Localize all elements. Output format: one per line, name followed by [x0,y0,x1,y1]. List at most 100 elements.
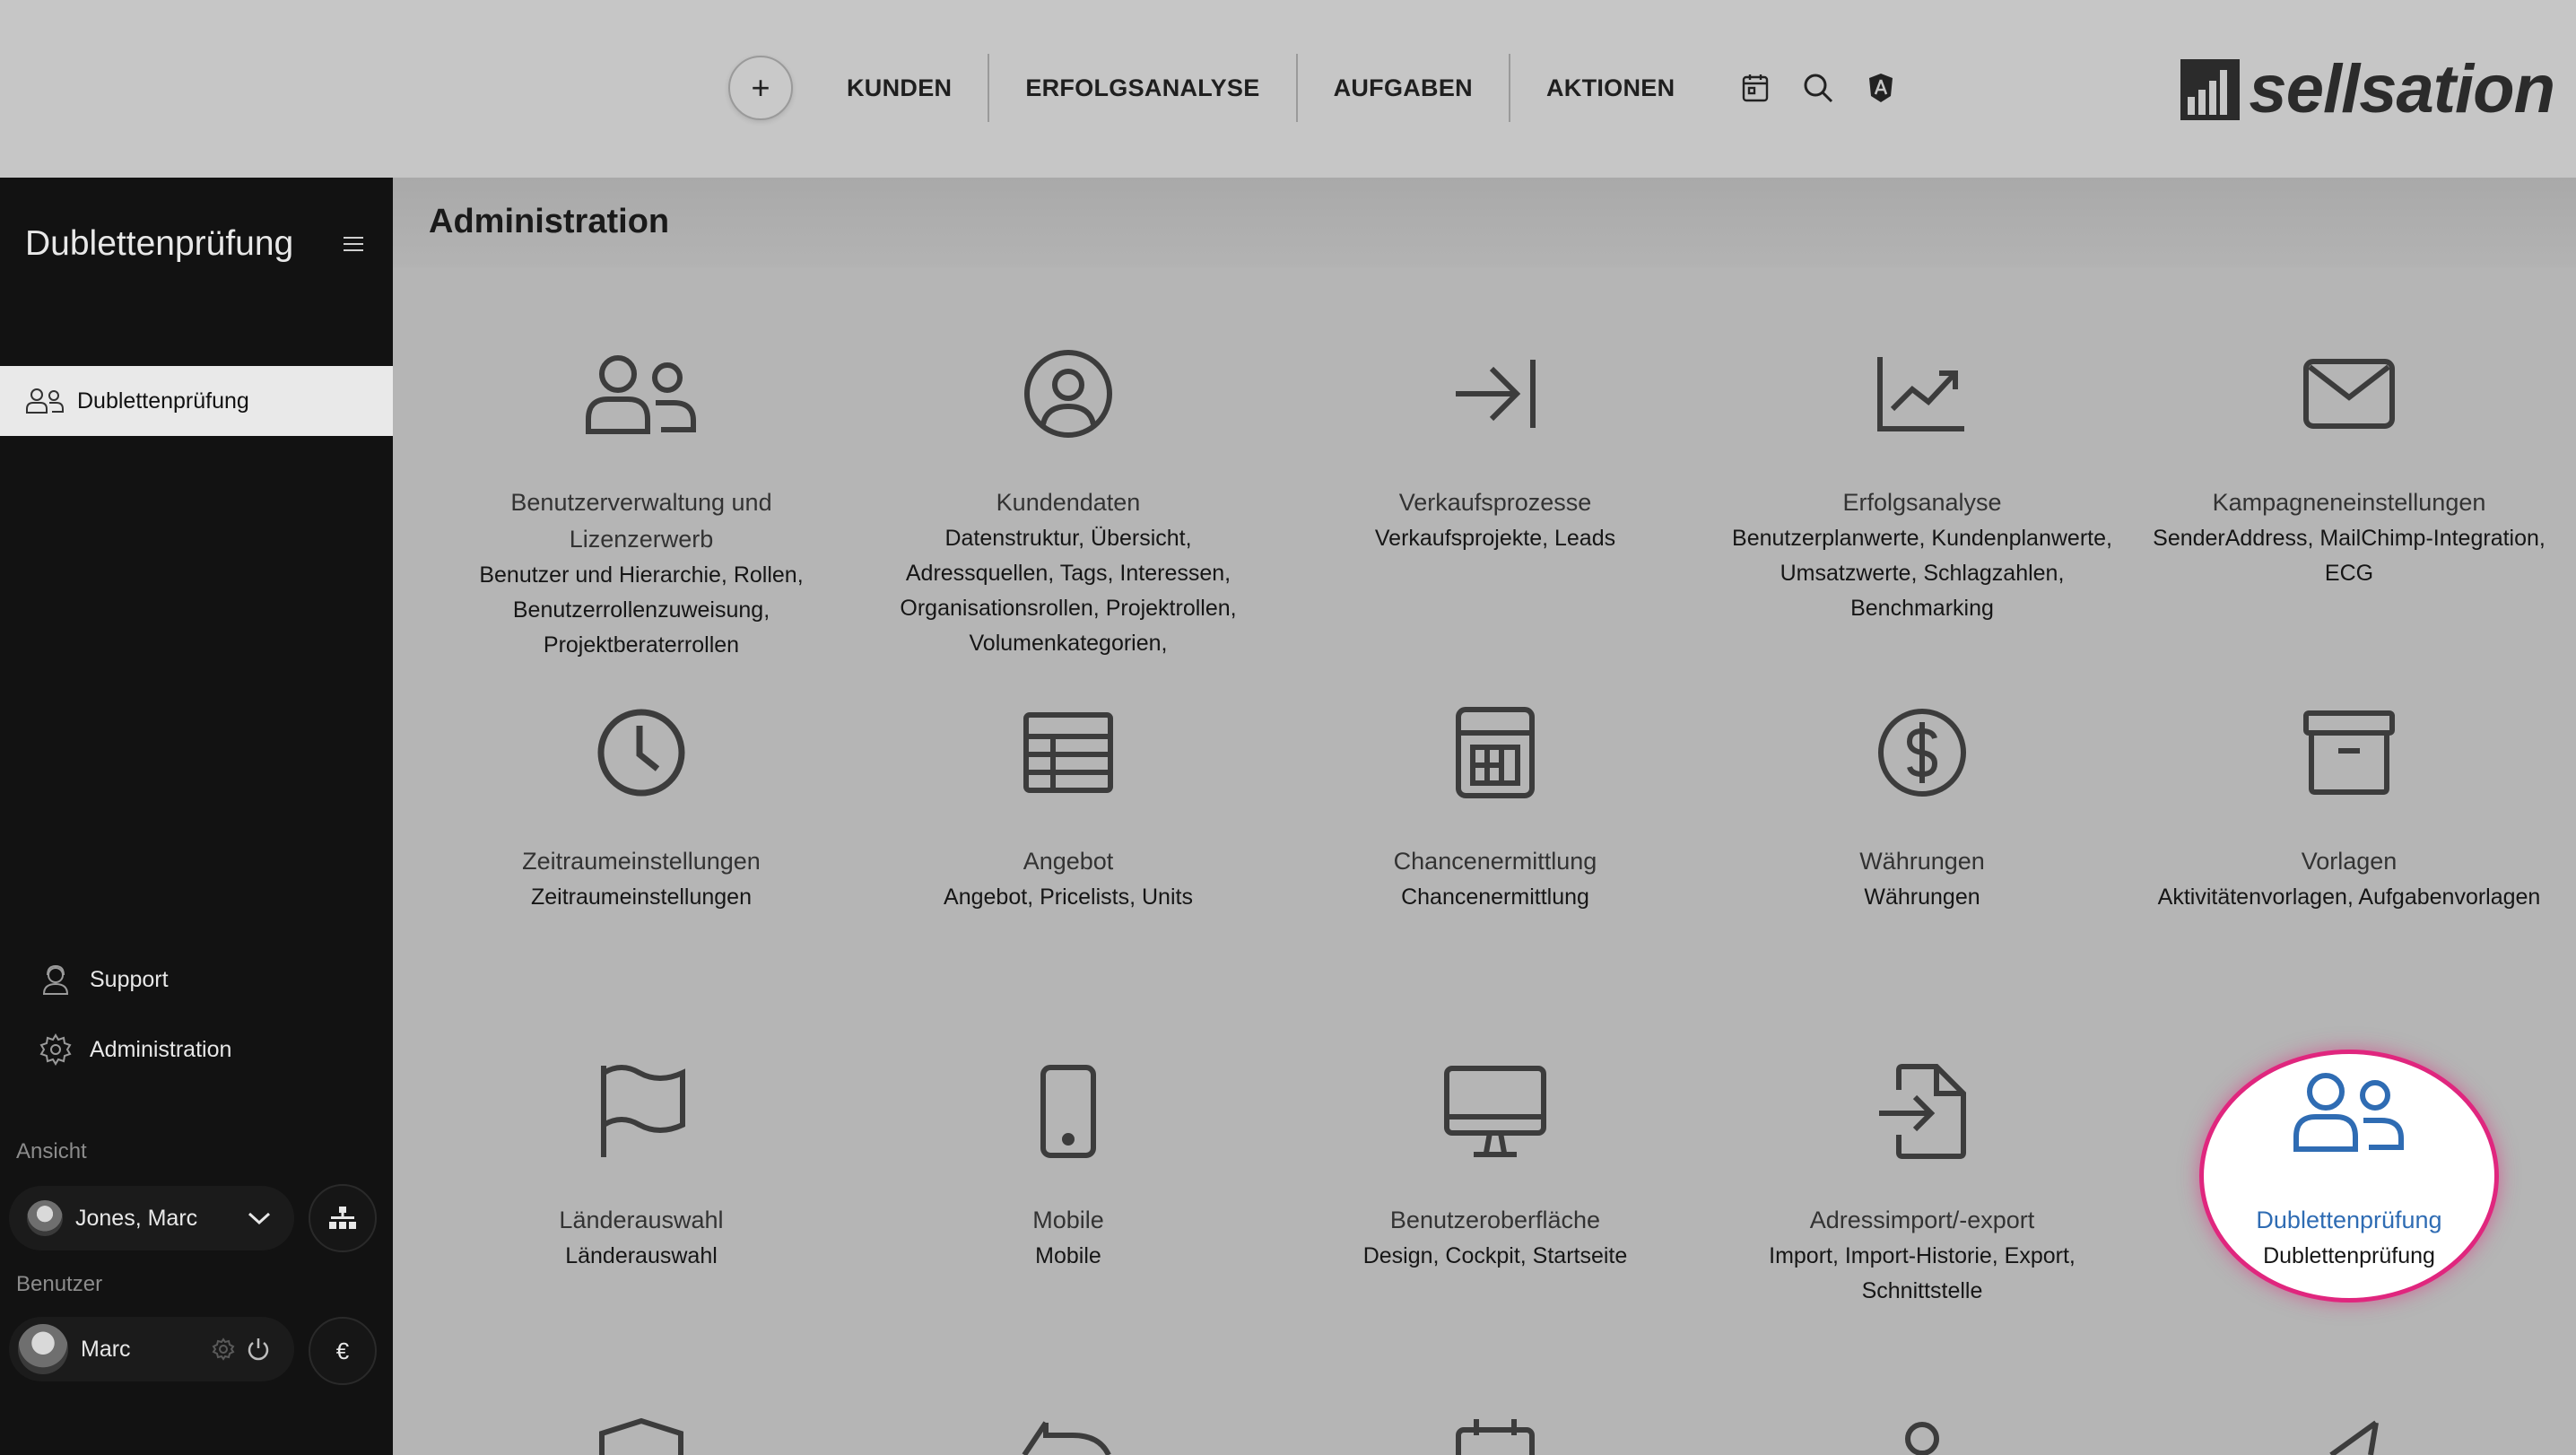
view-user-selector[interactable]: Jones, Marc [9,1186,294,1250]
sidebar-link-administration[interactable]: Administration [39,1033,231,1066]
sidebar-link-label: Support [90,966,169,992]
tile-title: Mobile [1032,1207,1104,1233]
file-import-icon [1864,1053,1980,1170]
tile-desc: Chancenermittlung [1401,884,1589,910]
sellsation-logo: sellsation [2180,56,2555,124]
shield-outline-icon [583,1417,700,1455]
tile-partial[interactable] [1725,1417,2119,1455]
page-title: Administration [429,203,670,240]
tile-laenderauswahl[interactable]: Länderauswahl Länderauswahl [444,1053,839,1274]
tile-desc: Design, Cockpit, Startseite [1362,1243,1628,1268]
section-label-benutzer: Benutzer [16,1272,103,1296]
tile-kampagneneinstellungen[interactable]: Kampagneneinstellungen SenderAddress, Ma… [2152,335,2546,591]
tile-title: Dublettenprüfung [2256,1207,2442,1233]
settings-gear-icon[interactable] [212,1337,235,1361]
tile-desc: Länderauswahl [565,1243,718,1268]
view-user-name: Jones, Marc [75,1205,198,1231]
calendar-outline-icon [1437,1417,1553,1455]
tile-angebot[interactable]: Angebot Angebot, Pricelists, Units [871,694,1266,915]
shield-icon[interactable] [1863,70,1899,106]
tile-title: Angebot [1023,848,1114,875]
sidebar-item-dublettenpruefung[interactable]: Dublettenprüfung [0,366,393,436]
current-user-pill[interactable]: Marc [9,1317,294,1381]
tile-benutzeroberflaeche[interactable]: Benutzeroberfläche Design, Cockpit, Star… [1298,1053,1693,1274]
nav-kunden[interactable]: KUNDEN [811,50,988,126]
mobile-icon [1010,1053,1127,1170]
tile-title: Zeitraumeinstellungen [522,848,761,875]
plus-icon: + [751,69,770,106]
tile-partial[interactable] [871,1417,1266,1455]
sidebar: Dublettenprüfung Dublettenprüfung Suppor… [0,178,393,1455]
tile-partial[interactable] [1298,1417,1693,1455]
support-icon [42,964,69,995]
chevron-down-icon [248,1212,271,1225]
tile-mobile[interactable]: Mobile Mobile [871,1053,1266,1274]
hierarchy-button[interactable] [309,1184,377,1252]
table-icon [1010,694,1127,811]
tile-erfolgsanalyse[interactable]: Erfolgsanalyse Benutzerplanwerte, Kunden… [1725,335,2119,626]
nav-erfolgsanalyse[interactable]: ERFOLGSANALYSE [989,50,1295,126]
search-icon[interactable] [1800,70,1836,106]
tile-desc: Zeitraumeinstellungen [531,884,752,910]
sidebar-link-support[interactable]: Support [39,963,169,996]
calendar-icon[interactable] [1737,70,1773,106]
tile-title: Erfolgsanalyse [1842,489,2002,516]
tile-title: Verkaufsprozesse [1398,489,1592,516]
top-bar: + KUNDEN ERFOLGSANALYSE AUFGABEN AKTIONE… [0,0,2576,178]
paper-plane-icon [2291,1417,2407,1455]
tile-kundendaten[interactable]: Kundendaten Datenstruktur, Übersicht, Ad… [871,335,1266,661]
tile-desc: Import, Import-Historie, Export, Schnitt… [1769,1243,2076,1303]
avatar [18,1324,68,1374]
current-user-name: Marc [81,1336,131,1362]
tile-partial[interactable] [444,1417,839,1455]
tile-title: Währungen [1859,848,1985,875]
tile-benutzerverwaltung[interactable]: Benutzerverwaltung und Lizenzerwerb Benu… [444,335,839,663]
calculator-icon [1437,694,1553,811]
currency-button[interactable]: € [309,1317,377,1385]
add-button[interactable]: + [728,56,793,120]
tile-vorlagen[interactable]: Vorlagen Aktivitätenvorlagen, Aufgabenvo… [2152,694,2546,915]
tile-desc: Verkaufsprojekte, Leads [1374,526,1616,551]
tile-desc: Benutzer und Hierarchie, Rollen, Benutze… [479,562,804,658]
user-circle-icon [1010,335,1127,452]
users-icon [583,335,700,452]
location-pin-icon [1864,1417,1980,1455]
gear-icon [39,1033,72,1066]
tile-desc: Datenstruktur, Übersicht, Adressquellen,… [900,526,1237,656]
arrow-to-line-icon [1437,335,1553,452]
sitemap-icon [329,1207,356,1229]
tile-partial[interactable] [2152,1417,2546,1455]
tile-title: Kampagneneinstellungen [2212,489,2486,516]
tile-title: Chancenermittlung [1393,848,1597,875]
sidebar-title: Dublettenprüfung [25,224,294,263]
tile-desc: Benutzerplanwerte, Kundenplanwerte, Umsa… [1732,526,2112,621]
tile-title: Benutzerverwaltung und Lizenzerwerb [510,489,772,553]
tile-desc: Mobile [1035,1243,1101,1268]
tile-adressimport[interactable]: Adressimport/-export Import, Import-Hist… [1725,1053,2119,1309]
tile-waehrungen[interactable]: Währungen Währungen [1725,694,2119,915]
clock-icon [583,694,700,811]
tile-title: Adressimport/-export [1809,1207,2035,1233]
euro-icon: € [335,1337,350,1364]
tile-verkaufsprozesse[interactable]: Verkaufsprozesse Verkaufsprojekte, Leads [1298,335,1693,556]
sidebar-link-label: Administration [90,1036,232,1062]
power-icon[interactable] [246,1337,271,1362]
tile-title: Vorlagen [2301,848,2398,875]
envelope-icon [2291,335,2407,452]
chart-trend-icon [1864,335,1980,452]
tile-title: Länderauswahl [559,1207,724,1233]
nav-aktionen[interactable]: AKTIONEN [1510,50,1710,126]
tile-dublettenpruefung[interactable]: Dublettenprüfung Dublettenprüfung [2152,1053,2546,1274]
tile-zeitraumeinstellungen[interactable]: Zeitraumeinstellungen Zeitraumeinstellun… [444,694,839,915]
tile-desc: Währungen [1864,884,1980,910]
tile-desc: Aktivitätenvorlagen, Aufgabenvorlagen [2157,884,2541,910]
monitor-icon [1437,1053,1553,1170]
hamburger-menu-icon[interactable] [343,233,370,260]
dollar-icon [1864,694,1980,811]
tile-desc: Dublettenprüfung [2263,1243,2435,1268]
avatar [27,1200,63,1236]
nav-aufgaben[interactable]: AUFGABEN [1298,50,1509,126]
tile-desc: Angebot, Pricelists, Units [944,884,1193,910]
tile-chancenermittlung[interactable]: Chancenermittlung Chancenermittlung [1298,694,1693,915]
tile-title: Benutzeroberfläche [1389,1207,1601,1233]
